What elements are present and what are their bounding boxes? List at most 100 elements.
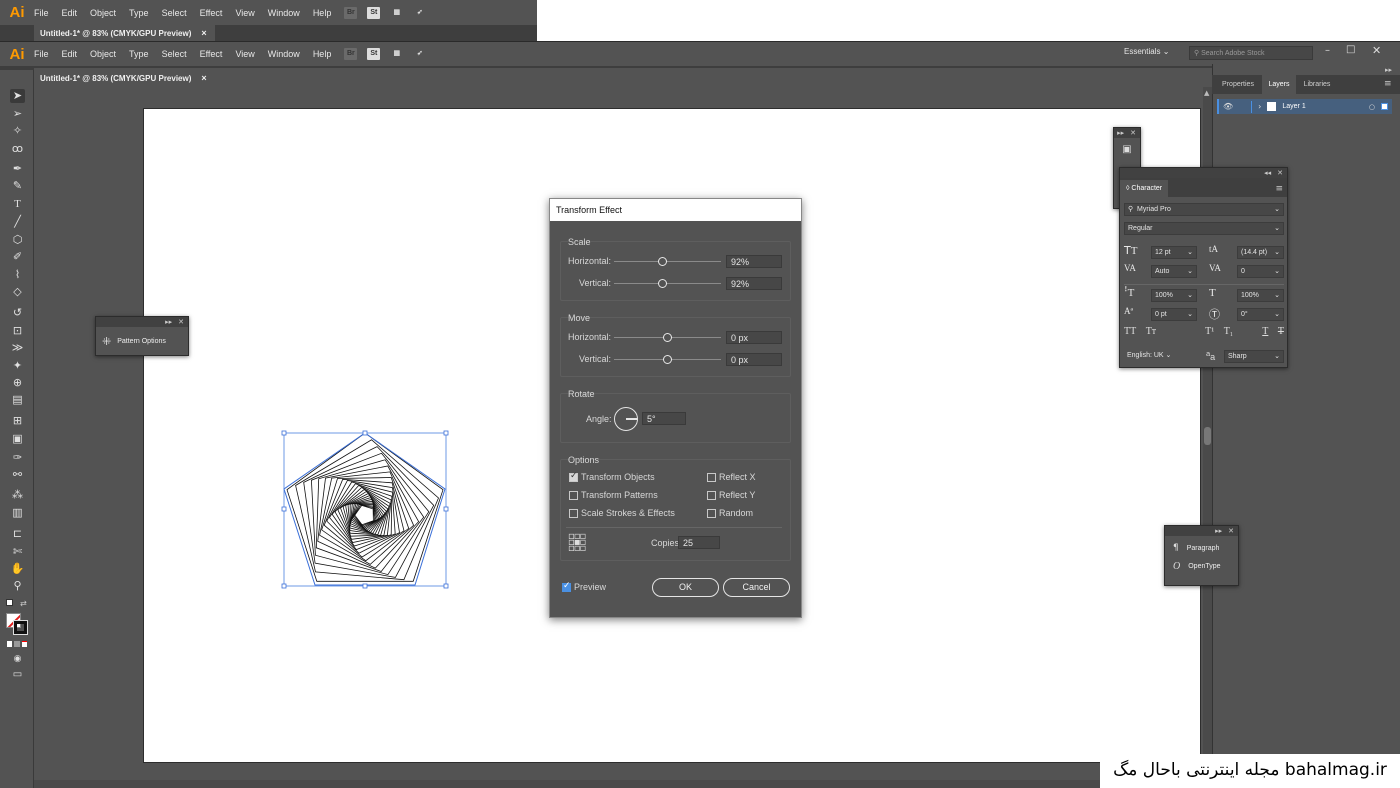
menu-view[interactable]: View xyxy=(235,8,254,18)
line-tool-icon[interactable]: ╱ xyxy=(10,215,25,229)
small-caps-icon[interactable]: Tт xyxy=(1146,326,1156,337)
random-checkbox[interactable] xyxy=(707,509,716,518)
close-icon[interactable]: ✕ xyxy=(1130,129,1136,137)
artboard-tool-icon[interactable]: ⊏ xyxy=(10,527,25,541)
doc-tab-back[interactable]: Untitled-1* @ 83% (CMYK/GPU Preview) × xyxy=(34,25,215,41)
scroll-thumb[interactable] xyxy=(1204,427,1211,445)
collapse-icon[interactable]: ▸▸ xyxy=(165,318,172,326)
spiral-pentagon-artwork[interactable] xyxy=(270,420,460,600)
selection-indicator[interactable] xyxy=(1381,103,1388,110)
gradient-tool-icon[interactable]: ▣ xyxy=(10,432,25,446)
bridge-icon[interactable]: Br xyxy=(344,6,358,19)
menu-view[interactable]: View xyxy=(235,49,254,59)
rotate-tool-icon[interactable]: ↺ xyxy=(10,306,25,320)
move-h-knob[interactable] xyxy=(663,333,672,342)
slice-tool-icon[interactable]: ✄ xyxy=(10,545,25,559)
scale-v-field[interactable]: 92% xyxy=(726,277,782,290)
move-v-knob[interactable] xyxy=(663,355,672,364)
transform-objects-checkbox[interactable] xyxy=(569,471,578,482)
arrange-docs-icon[interactable]: ▦ xyxy=(390,48,403,60)
drawing-modes-icon[interactable]: ◉ xyxy=(10,652,25,666)
close-icon[interactable]: ✕ xyxy=(1277,169,1283,177)
perspective-grid-icon[interactable]: ▤ xyxy=(10,393,25,407)
character-tab[interactable]: ◊ Character xyxy=(1120,180,1169,197)
menu-effect[interactable]: Effect xyxy=(200,49,223,59)
type-tool-icon[interactable]: T xyxy=(10,197,25,211)
all-caps-icon[interactable]: TT xyxy=(1124,326,1136,337)
horizontal-scrollbar[interactable] xyxy=(34,780,1100,788)
scale-h-knob[interactable] xyxy=(658,257,667,266)
stroke-swatch[interactable] xyxy=(13,620,28,635)
paintbrush-icon[interactable]: ✐ xyxy=(10,250,25,264)
puppet-warp-icon[interactable]: ✦ xyxy=(10,359,25,373)
subscript-icon[interactable]: T₁ xyxy=(1224,326,1234,337)
font-size-field[interactable]: 12 pt ⌄ xyxy=(1151,246,1197,259)
menu-file[interactable]: File xyxy=(34,49,49,59)
close-icon[interactable]: × xyxy=(201,73,206,83)
stock-icon[interactable]: St xyxy=(367,48,381,60)
stock-icon[interactable]: St xyxy=(367,6,381,19)
width-tool-icon[interactable]: ≫ xyxy=(10,341,25,355)
transform-patterns-checkbox[interactable] xyxy=(569,491,578,500)
selection-handles[interactable] xyxy=(281,430,449,589)
move-h-field[interactable]: 0 px xyxy=(726,331,782,344)
zoom-tool-icon[interactable]: ⚲ xyxy=(10,579,25,593)
angle-dial[interactable] xyxy=(614,407,638,431)
move-v-field[interactable]: 0 px xyxy=(726,353,782,366)
anti-aliasing-select[interactable]: Sharp ⌄ xyxy=(1224,350,1284,363)
image-trace-icon[interactable]: ▣ xyxy=(1114,144,1140,155)
menu-window[interactable]: Window xyxy=(268,49,300,59)
blend-tool-icon[interactable]: ⚯ xyxy=(10,468,25,482)
scale-tool-icon[interactable]: ⊡ xyxy=(10,324,25,338)
scale-strokes-checkbox[interactable] xyxy=(569,509,578,518)
screen-mode-icon[interactable]: ▭ xyxy=(10,668,25,682)
curvature-tool-icon[interactable]: ✎ xyxy=(10,179,25,193)
menu-type[interactable]: Type xyxy=(129,8,149,18)
shape-builder-icon[interactable]: ⊕ xyxy=(10,376,25,390)
font-family-select[interactable]: ⚲ Myriad Pro ⌄ xyxy=(1124,203,1284,216)
mesh-tool-icon[interactable]: ⊞ xyxy=(10,414,25,428)
tab-layers[interactable]: Layers xyxy=(1262,75,1296,94)
close-icon[interactable]: × xyxy=(201,28,206,38)
cancel-button[interactable]: Cancel xyxy=(723,578,790,597)
reference-point-icon[interactable]: ▫▫▫ ▫▪▫ ▫▫▫ xyxy=(568,532,586,554)
graph-tool-icon[interactable]: ▥ xyxy=(10,506,25,520)
default-colors-icon[interactable] xyxy=(6,599,13,606)
menu-type[interactable]: Type xyxy=(129,49,149,59)
hand-tool-icon[interactable]: ✋ xyxy=(10,562,25,576)
menu-edit[interactable]: Edit xyxy=(62,49,78,59)
arrange-docs-icon[interactable]: ▦ xyxy=(390,7,403,19)
maximize-icon[interactable]: □ xyxy=(1346,44,1355,55)
menu-select[interactable]: Select xyxy=(162,8,187,18)
scale-v-knob[interactable] xyxy=(658,279,667,288)
pattern-options-button[interactable]: ⁜ Pattern Options xyxy=(96,327,188,356)
collapse-icon[interactable]: ▸▸ xyxy=(1117,129,1124,137)
color-mode-icons[interactable] xyxy=(7,641,27,647)
selection-tool-icon[interactable]: ➤ xyxy=(10,89,25,103)
reflect-y-checkbox[interactable] xyxy=(707,491,716,500)
preview-checkbox[interactable] xyxy=(562,581,571,592)
collapse-icon[interactable]: ◂◂ xyxy=(1264,169,1271,177)
eyedropper-icon[interactable]: ✑ xyxy=(10,451,25,465)
superscript-icon[interactable]: T¹ xyxy=(1205,326,1214,337)
shape-tool-icon[interactable]: ⬡ xyxy=(10,233,25,247)
panel-menu-icon[interactable]: ≡ xyxy=(1271,184,1287,197)
tab-libraries[interactable]: Libraries xyxy=(1298,75,1336,94)
scale-h-field[interactable]: 92% xyxy=(726,255,782,268)
language-select[interactable]: English: UK ⌄ xyxy=(1124,350,1186,363)
underline-icon[interactable]: T xyxy=(1262,326,1268,337)
menu-help[interactable]: Help xyxy=(313,8,332,18)
menu-help[interactable]: Help xyxy=(313,49,332,59)
rocket-icon[interactable]: ➶ xyxy=(413,7,426,19)
symbol-sprayer-icon[interactable]: ⁂ xyxy=(10,488,25,502)
direct-selection-tool-icon[interactable]: ➢ xyxy=(10,107,25,121)
scale-v-slider[interactable] xyxy=(614,283,721,284)
copies-field[interactable]: 25 xyxy=(678,536,720,549)
kerning-field[interactable]: Auto ⌄ xyxy=(1151,265,1197,278)
layer-row[interactable]: 👁 › Layer 1 ○ xyxy=(1217,99,1392,114)
menu-object[interactable]: Object xyxy=(90,49,116,59)
opentype-button[interactable]: O OpenType xyxy=(1165,553,1238,572)
bridge-icon[interactable]: Br xyxy=(344,48,358,60)
tracking-field[interactable]: 0 ⌄ xyxy=(1237,265,1284,278)
rocket-icon[interactable]: ➶ xyxy=(413,48,426,60)
